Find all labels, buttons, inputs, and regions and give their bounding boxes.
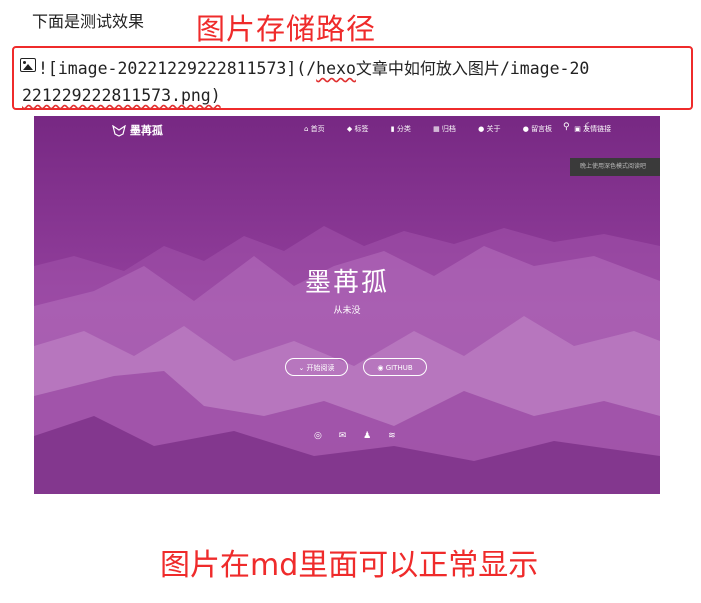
site-logo[interactable]: 墨苒孤	[112, 122, 163, 138]
markdown-line-1[interactable]: ![image-20221229222811573](/hexo文章中如何放入图…	[38, 55, 589, 79]
nav-about[interactable]: ● 关于	[478, 125, 510, 133]
annotation-display-ok: 图片在md里面可以正常显示	[160, 548, 539, 583]
image-icon	[20, 58, 36, 72]
alt-text: image-20221229222811573	[57, 59, 287, 78]
github-button[interactable]: ◉ GITHUB	[363, 358, 427, 376]
qq-icon[interactable]: ♟	[363, 431, 371, 441]
fox-logo-icon	[112, 125, 126, 137]
nav-archive[interactable]: ▦ 归档	[433, 125, 466, 133]
markdown-line-2[interactable]: 221229222811573.png)	[22, 86, 221, 105]
annotation-storage-path: 图片存储路径	[196, 12, 377, 46]
rss-icon[interactable]: ≋	[388, 431, 396, 441]
dark-mode-tooltip: 晚上使用深色模式阅读吧	[570, 158, 660, 176]
start-reading-button[interactable]: ⌄ 开始阅读	[285, 358, 348, 376]
nav-categories[interactable]: ▮ 分类	[391, 125, 421, 133]
nav-guestbook[interactable]: ● 留言板	[523, 125, 562, 133]
site-title: 墨苒孤	[129, 124, 163, 137]
nav-tools: ⚲ ☾	[563, 122, 605, 132]
nav-home[interactable]: ⌂ 首页	[304, 125, 335, 133]
hero-title: 墨苒孤	[304, 268, 389, 298]
site-navbar: 墨苒孤 ⌂ 首页 ◆ 标签 ▮ 分类 ▦ 归档 ● 关于 ● 留言板 ▣ 友情链…	[34, 116, 660, 142]
embedded-site-preview: 墨苒孤 ⌂ 首页 ◆ 标签 ▮ 分类 ▦ 归档 ● 关于 ● 留言板 ▣ 友情链…	[34, 116, 660, 494]
path-hexo: hexo	[316, 59, 356, 78]
search-icon[interactable]: ⚲	[563, 122, 570, 132]
path-cjk: 文章中如何放入图片	[355, 59, 500, 78]
social-links: ◎ ✉ ♟ ≋	[314, 431, 410, 441]
github-icon[interactable]: ◎	[314, 431, 322, 441]
intro-text: 下面是测试效果	[32, 12, 145, 31]
dark-mode-icon[interactable]: ☾	[584, 122, 592, 132]
nav-tags[interactable]: ◆ 标签	[347, 125, 379, 133]
hero-subtitle: 从未没	[333, 306, 361, 316]
mail-icon[interactable]: ✉	[339, 431, 347, 441]
